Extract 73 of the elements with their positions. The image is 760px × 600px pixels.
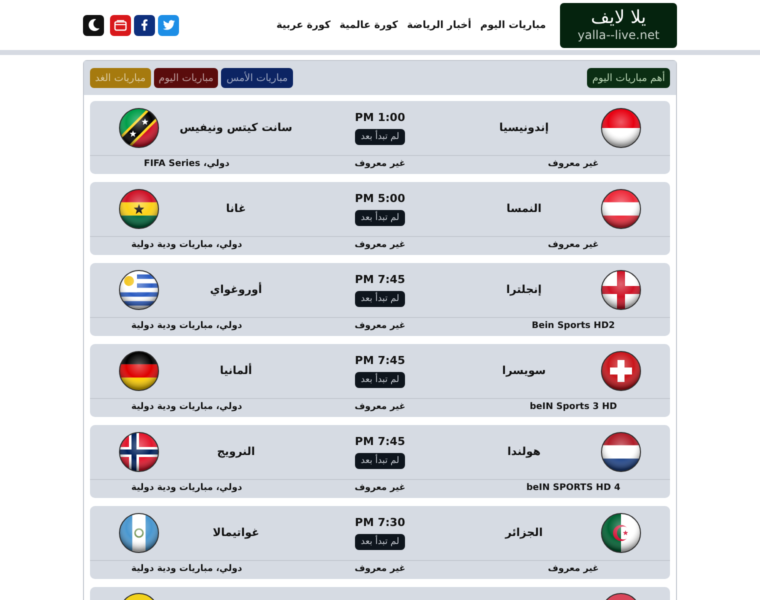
match-time: PM 7:45 — [354, 273, 406, 287]
channel-name: غير معروف — [548, 563, 599, 576]
team-name: أوروغواي — [210, 282, 262, 298]
match-status: لم تبدأ بعد — [354, 129, 406, 145]
competition-name: دولي، مباريات ودية دولية — [131, 320, 242, 334]
flag-icon — [601, 351, 641, 391]
team-name: هولندا — [507, 444, 541, 460]
facebook-icon — [141, 19, 148, 31]
commentator-name: غير معروف — [354, 401, 406, 414]
channel-name: beIN SPORTS HD 4 — [526, 482, 620, 496]
day-tab[interactable]: مباريات اليوم — [154, 68, 218, 88]
channel-name: غير معروف — [548, 239, 599, 252]
flag-icon — [606, 593, 636, 600]
competition-name: دولي، مباريات ودية دولية — [131, 563, 242, 576]
dark-mode-button[interactable] — [83, 14, 104, 36]
flag-icon — [601, 513, 641, 553]
nav-link[interactable]: كورة عربية — [276, 18, 331, 32]
moon-icon — [88, 19, 100, 31]
team-name: ألمانيا — [220, 362, 252, 379]
match-time: PM 7:45 — [354, 354, 406, 368]
match-time: PM 7:30 — [354, 516, 406, 530]
facebook-button[interactable] — [134, 14, 155, 36]
match-status: لم تبدأ بعد — [354, 291, 406, 307]
flag-icon — [119, 513, 159, 553]
day-tab[interactable]: مباريات الأمس — [221, 68, 293, 88]
team-name: النرويج — [216, 444, 256, 460]
nav-link[interactable]: مباريات اليوم — [480, 18, 546, 32]
commentator-name: غير معروف — [354, 239, 406, 252]
channel-name: غير معروف — [548, 158, 599, 172]
team-name: سويسرا — [502, 362, 546, 379]
flag-icon — [119, 189, 159, 229]
flag-icon — [601, 432, 641, 472]
featured-matches-button[interactable]: أهم مباريات اليوم — [587, 68, 670, 88]
competition-name: دولي، مباريات ودية دولية — [131, 482, 242, 496]
team-name: غانا — [226, 200, 246, 217]
flag-icon — [601, 108, 641, 148]
twitter-icon — [162, 19, 174, 31]
match-time: PM 5:00 — [354, 192, 406, 206]
team-name: إندونيسيا — [499, 120, 549, 136]
flag-icon — [601, 270, 641, 310]
commentator-name: غير معروف — [354, 158, 406, 172]
tray-icon — [114, 20, 127, 30]
match-card[interactable] — [90, 587, 670, 600]
flag-icon — [119, 432, 159, 472]
competition-name: دولي، مباريات ودية دولية — [131, 239, 242, 252]
commentator-name: غير معروف — [354, 563, 406, 576]
match-time: PM 1:00 — [354, 111, 406, 125]
nav-link[interactable]: أخبار الرياضة — [406, 18, 472, 32]
match-status: لم تبدأ بعد — [354, 372, 406, 388]
competition-name: دولي، FIFA Series — [144, 158, 230, 172]
match-status: لم تبدأ بعد — [354, 210, 406, 226]
logo-title: يلا لايف — [590, 8, 646, 28]
flag-icon — [119, 270, 159, 310]
channel-name: beIN Sports 3 HD — [530, 401, 617, 414]
match-status: لم تبدأ بعد — [354, 534, 406, 550]
commentator-name: غير معروف — [354, 320, 406, 334]
flag-icon — [119, 351, 159, 391]
flag-icon — [119, 108, 159, 148]
team-name: إنجلترا — [506, 282, 542, 298]
flag-icon — [124, 593, 154, 600]
competition-name: دولي، مباريات ودية دولية — [131, 401, 242, 414]
match-time: PM 7:45 — [354, 435, 406, 449]
channel-name: Bein Sports HD2 — [532, 320, 615, 334]
team-name: النمسا — [506, 200, 542, 217]
tray-button[interactable] — [110, 14, 131, 36]
commentator-name: غير معروف — [354, 482, 406, 496]
match-status: لم تبدأ بعد — [354, 453, 406, 469]
team-name: غواتيمالا — [212, 524, 260, 541]
nav-link[interactable]: كورة عالمية — [340, 18, 398, 32]
flag-icon — [601, 189, 641, 229]
logo-domain: yalla--live.net — [578, 28, 660, 42]
team-name: سانت كيتس ونيفيس — [180, 120, 292, 136]
team-name: الجزائر — [505, 524, 543, 541]
